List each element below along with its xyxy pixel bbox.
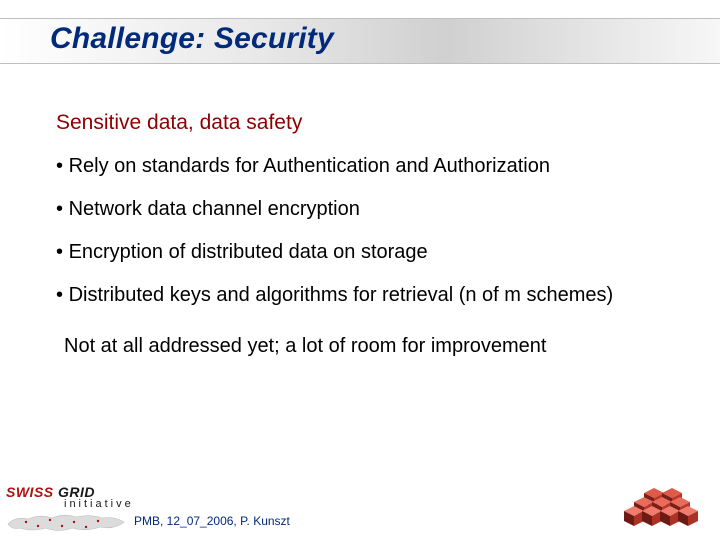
logo-word-swiss: SWISS — [6, 484, 54, 500]
footer-text: PMB, 12_07_2006, P. Kunszt — [134, 514, 290, 528]
slide-body: Sensitive data, data safety • Rely on st… — [56, 110, 660, 359]
bullet-text: Distributed keys and algorithms for retr… — [69, 284, 614, 306]
footer: SWISS GRID initiative PMB, 12_07_2006, P… — [0, 470, 720, 540]
slide-title: Challenge: Security — [50, 22, 334, 56]
cubes-logo-icon — [618, 484, 710, 534]
logo-map-icon — [6, 510, 126, 534]
bullet-item: • Distributed keys and algorithms for re… — [56, 283, 660, 308]
closing-remark: Not at all addressed yet; a lot of room … — [64, 334, 660, 359]
subtitle: Sensitive data, data safety — [56, 110, 660, 136]
logo-line2: initiative — [64, 498, 132, 510]
swiss-grid-logo: SWISS GRID initiative — [6, 484, 132, 536]
bullet-item: • Network data channel encryption — [56, 197, 660, 222]
bullet-item: • Rely on standards for Authentication a… — [56, 154, 660, 179]
bullet-text: Encryption of distributed data on storag… — [69, 241, 428, 263]
bullet-text: Rely on standards for Authentication and… — [69, 155, 550, 177]
slide: { "title": "Challenge: Security", "subti… — [0, 0, 720, 540]
bullet-text: Network data channel encryption — [69, 198, 360, 220]
bullet-item: • Encryption of distributed data on stor… — [56, 240, 660, 265]
